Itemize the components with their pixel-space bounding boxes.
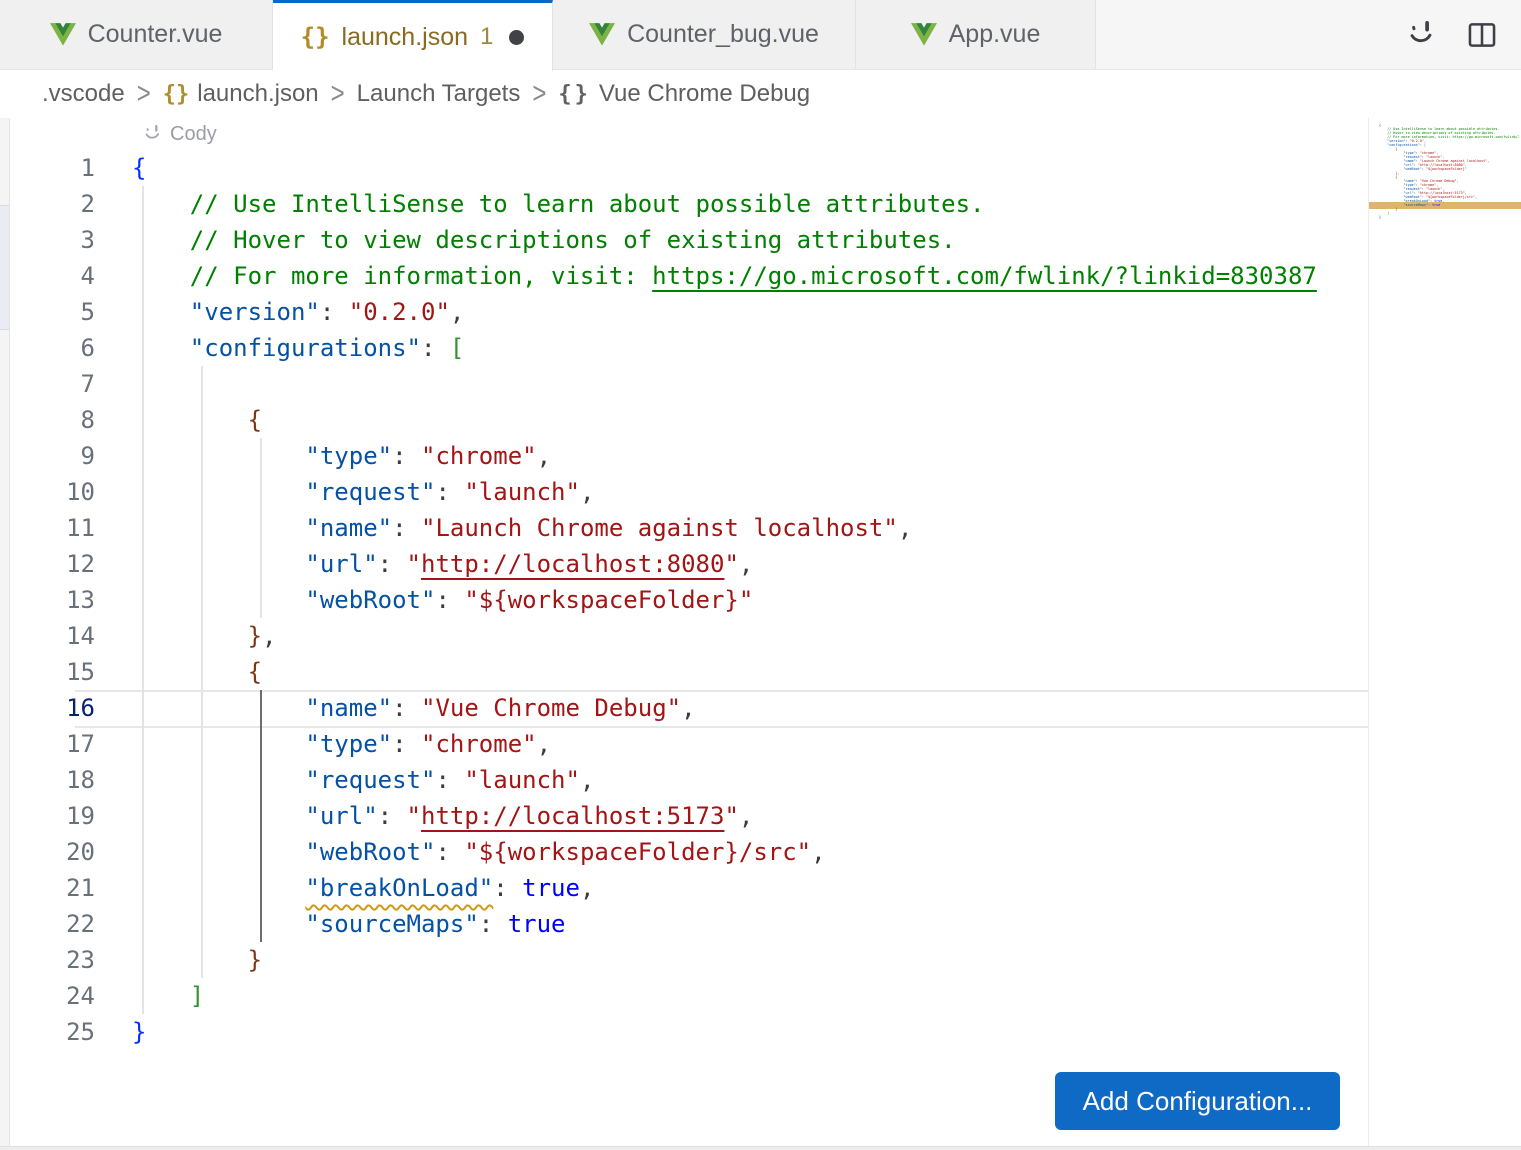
cody-codelens[interactable]: Cody [10, 118, 1368, 150]
editor-actions [1405, 0, 1521, 69]
breadcrumb-folder[interactable]: .vscode [42, 80, 125, 108]
cody-icon [142, 123, 164, 145]
line-number[interactable]: 2 [10, 190, 95, 218]
indent-guide [142, 186, 144, 1014]
code-line[interactable]: 7 [10, 366, 1368, 402]
code-line[interactable]: 15 { [10, 654, 1368, 690]
code-editor: Cody 1{2 // Use IntelliSense to learn ab… [10, 118, 1521, 1146]
code-line[interactable]: 8 { [10, 402, 1368, 438]
code-line[interactable]: 20 "webRoot": "${workspaceFolder}/src", [10, 834, 1368, 870]
left-edge-strip [0, 118, 10, 1150]
line-number[interactable]: 9 [10, 442, 95, 470]
url-link[interactable]: https://go.microsoft.com/fwlink/?linkid=… [1453, 135, 1520, 139]
line-number[interactable]: 10 [10, 478, 95, 506]
code-line[interactable]: 6 "configurations": [ [10, 330, 1368, 366]
line-number[interactable]: 21 [10, 874, 95, 902]
line-number[interactable]: 25 [10, 1018, 95, 1046]
indent-guide [201, 366, 203, 978]
line-number[interactable]: 20 [10, 838, 95, 866]
code-lines: 1{2 // Use IntelliSense to learn about p… [10, 150, 1368, 1050]
minimap-code: { // Use IntelliSense to learn about pos… [1379, 123, 1519, 219]
breadcrumb-file[interactable]: {} launch.json [163, 80, 319, 108]
symbol-object-icon: {} [558, 82, 591, 107]
indent-guide-active [260, 690, 262, 942]
code-line[interactable]: 10 "request": "launch", [10, 474, 1368, 510]
code-line[interactable]: 16 "name": "Vue Chrome Debug", [10, 690, 1368, 726]
vue-icon [50, 23, 76, 46]
code-line[interactable]: 3 // Hover to view descriptions of exist… [10, 222, 1368, 258]
tab-counter-bug-vue[interactable]: Counter_bug.vue [553, 0, 856, 69]
left-strip-handle [0, 205, 9, 330]
code-line[interactable]: 9 "type": "chrome", [10, 438, 1368, 474]
tab-label: launch.json [342, 23, 468, 52]
line-number[interactable]: 19 [10, 802, 95, 830]
modified-dot-icon[interactable] [509, 30, 524, 45]
code-line[interactable]: 5 "version": "0.2.0", [10, 294, 1368, 330]
code-line[interactable]: 13 "webRoot": "${workspaceFolder}" [10, 582, 1368, 618]
tab-problem-badge: 1 [480, 23, 493, 51]
line-number[interactable]: 4 [10, 262, 95, 290]
tab-label: Counter_bug.vue [627, 20, 819, 49]
breadcrumb: .vscode > {} launch.json > Launch Target… [0, 70, 1521, 118]
split-editor-icon[interactable] [1465, 18, 1499, 52]
code-line[interactable]: 4 // For more information, visit: https:… [10, 258, 1368, 294]
line-number[interactable]: 11 [10, 514, 95, 542]
tab-label: Counter.vue [88, 20, 223, 49]
line-number[interactable]: 3 [10, 226, 95, 254]
code-line[interactable]: 18 "request": "launch", [10, 762, 1368, 798]
minimap[interactable]: { // Use IntelliSense to learn about pos… [1368, 118, 1521, 1146]
tab-app-vue[interactable]: App.vue [856, 0, 1096, 69]
breadcrumb-symbol-launch-targets[interactable]: Launch Targets [357, 80, 521, 108]
breadcrumb-symbol-vue-chrome-debug[interactable]: {} Vue Chrome Debug [558, 80, 810, 108]
code-line[interactable]: 22 "sourceMaps": true [10, 906, 1368, 942]
breadcrumb-separator: > [331, 77, 345, 112]
code-line[interactable]: 14 }, [10, 618, 1368, 654]
vue-icon [911, 23, 937, 46]
code-line[interactable]: 23 } [10, 942, 1368, 978]
url-link[interactable]: http://localhost:8080 [421, 550, 724, 578]
json-braces-icon: {} [163, 82, 190, 107]
line-number[interactable]: 16 [10, 694, 95, 722]
indent-guide [260, 438, 262, 618]
code-line[interactable]: 25} [10, 1014, 1368, 1050]
code-line[interactable]: 2 // Use IntelliSense to learn about pos… [10, 186, 1368, 222]
code-line[interactable]: 17 "type": "chrome", [10, 726, 1368, 762]
add-configuration-button[interactable]: Add Configuration... [1055, 1072, 1340, 1130]
line-number[interactable]: 23 [10, 946, 95, 974]
bottom-edge [0, 1146, 1521, 1150]
line-number[interactable]: 18 [10, 766, 95, 794]
url-link[interactable]: https://go.microsoft.com/fwlink/?linkid=… [652, 262, 1317, 290]
line-number[interactable]: 6 [10, 334, 95, 362]
breadcrumb-separator: > [532, 77, 546, 112]
code-line[interactable]: 24 ] [10, 978, 1368, 1014]
line-number[interactable]: 12 [10, 550, 95, 578]
cody-icon[interactable] [1405, 18, 1439, 52]
code-line[interactable]: 11 "name": "Launch Chrome against localh… [10, 510, 1368, 546]
line-number[interactable]: 22 [10, 910, 95, 938]
line-number[interactable]: 24 [10, 982, 95, 1010]
code-line[interactable]: 1{ [10, 150, 1368, 186]
tab-counter-vue[interactable]: Counter.vue [0, 0, 273, 69]
line-number[interactable]: 8 [10, 406, 95, 434]
line-number[interactable]: 1 [10, 154, 95, 182]
line-number[interactable]: 13 [10, 586, 95, 614]
tab-launch-json[interactable]: {} launch.json 1 [273, 0, 553, 71]
code-line[interactable]: 19 "url": "http://localhost:5173", [10, 798, 1368, 834]
line-number[interactable]: 14 [10, 622, 95, 650]
code-line[interactable]: 12 "url": "http://localhost:8080", [10, 546, 1368, 582]
code-pane[interactable]: Cody 1{2 // Use IntelliSense to learn ab… [10, 118, 1368, 1146]
line-number[interactable]: 17 [10, 730, 95, 758]
url-link[interactable]: http://localhost:5173 [421, 802, 724, 830]
editor-tab-bar: Counter.vue {} launch.json 1 Counter_bug… [0, 0, 1521, 70]
line-number[interactable]: 15 [10, 658, 95, 686]
codelens-label: Cody [170, 123, 217, 146]
breadcrumb-separator: > [137, 77, 151, 112]
line-number[interactable]: 5 [10, 298, 95, 326]
tab-label: App.vue [949, 20, 1041, 49]
vue-icon [589, 23, 615, 46]
code-line[interactable]: 21 "breakOnLoad": true, [10, 870, 1368, 906]
line-number[interactable]: 7 [10, 370, 95, 398]
json-file-icon: {} [301, 23, 330, 51]
